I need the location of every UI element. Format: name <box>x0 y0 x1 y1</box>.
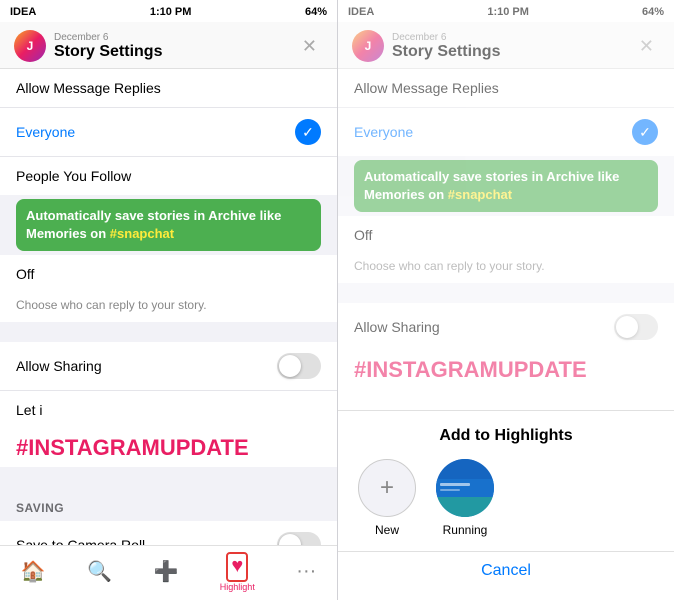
left-battery: 64% <box>305 6 327 18</box>
right-date: December 6 <box>392 32 633 43</box>
right-panel: IDEA 1:10 PM 64% J December 6 Story Sett… <box>337 0 674 600</box>
left-modal-title: Story Settings <box>54 43 296 61</box>
tab-more[interactable]: ··· <box>296 560 316 584</box>
right-allow-sharing-label: Allow Sharing <box>354 319 440 335</box>
everyone-check: ✓ <box>295 119 321 145</box>
allow-sharing-row[interactable]: Allow Sharing <box>0 342 337 391</box>
right-title-area: December 6 Story Settings <box>392 32 633 61</box>
sharing-section: Allow Sharing Let i <box>0 342 337 429</box>
right-off-section: Off <box>338 216 674 254</box>
people-you-follow-row[interactable]: People You Follow <box>0 157 337 195</box>
running-thumbnail <box>436 459 494 517</box>
saving-section: Save to Camera Roll Save to Archive Auto… <box>0 521 337 545</box>
tab-add[interactable]: ➕ <box>153 559 178 585</box>
camera-roll-row[interactable]: Save to Camera Roll <box>0 521 337 545</box>
right-reply-subtext: Choose who can reply to your story. <box>338 254 674 283</box>
running-highlight-label: Running <box>443 523 488 537</box>
off-label: Off <box>16 266 34 282</box>
right-sharing-section: Allow Sharing <box>338 303 674 351</box>
left-date: December 6 <box>54 32 296 43</box>
right-avatar: J <box>352 30 384 62</box>
right-message-replies-section: Allow Message Replies Everyone ✓ <box>338 69 674 156</box>
right-off-label: Off <box>354 227 372 243</box>
right-modal-header: J December 6 Story Settings ✕ <box>338 22 674 69</box>
everyone-row[interactable]: Everyone ✓ <box>0 108 337 157</box>
let-label-row: Let i <box>0 391 337 429</box>
right-time: 1:10 PM <box>487 6 529 18</box>
right-allow-sharing-toggle <box>614 314 658 340</box>
right-allow-message-replies-label: Allow Message Replies <box>354 80 499 96</box>
allow-message-replies-row: Allow Message Replies <box>0 69 337 108</box>
right-modal-title: Story Settings <box>392 43 633 61</box>
right-snapchat-tag: #snapchat <box>448 187 512 202</box>
right-off-row: Off <box>338 216 674 254</box>
add-to-highlights-sheet: Add to Highlights + New Runni <box>338 410 674 600</box>
allow-message-replies-label: Allow Message Replies <box>16 80 161 96</box>
tab-highlight[interactable]: ♥ Highlight <box>220 552 255 592</box>
right-close-button[interactable]: ✕ <box>633 34 660 59</box>
gap1 <box>0 322 337 342</box>
tab-search[interactable]: 🔍 <box>87 559 112 585</box>
let-label: Let i <box>16 402 42 418</box>
tab-highlight-label: Highlight <box>220 582 255 592</box>
right-allow-message-replies-row: Allow Message Replies <box>338 69 674 108</box>
everyone-label: Everyone <box>16 124 75 140</box>
saving-header: Saving <box>0 487 337 521</box>
right-battery: 64% <box>642 6 664 18</box>
snapchat-tag: #snapchat <box>110 226 174 241</box>
right-gap1 <box>338 283 674 303</box>
allow-sharing-label: Allow Sharing <box>16 358 102 374</box>
left-modal-header: J December 6 Story Settings ✕ <box>0 22 337 69</box>
gap2 <box>0 467 337 487</box>
reply-subtext: Choose who can reply to your story. <box>0 293 337 322</box>
right-allow-sharing-row: Allow Sharing <box>338 303 674 351</box>
instagram-update-label: #INSTAGRAMUPDATE <box>0 429 337 467</box>
camera-roll-toggle[interactable] <box>277 532 321 545</box>
new-highlight-circle: + <box>358 459 416 517</box>
people-you-follow-label: People You Follow <box>16 168 131 184</box>
add-icon: ➕ <box>153 559 178 584</box>
tab-home[interactable]: 🏠 <box>21 559 46 585</box>
cancel-button[interactable]: Cancel <box>338 551 674 590</box>
right-settings-content: Allow Message Replies Everyone ✓ Automat… <box>338 69 674 389</box>
left-tab-bar: 🏠 🔍 ➕ ♥ Highlight ··· <box>0 545 337 600</box>
right-carrier: IDEA <box>348 6 374 18</box>
right-everyone-check: ✓ <box>632 119 658 145</box>
right-annotation-bubble: Automatically save stories in Archive li… <box>354 160 658 212</box>
left-avatar: J <box>14 30 46 62</box>
sheet-title: Add to Highlights <box>338 427 674 445</box>
allow-sharing-toggle[interactable] <box>277 353 321 379</box>
right-everyone-label: Everyone <box>354 124 413 140</box>
highlight-item-running[interactable]: Running <box>436 459 494 537</box>
highlights-row: + New Running <box>338 459 674 537</box>
left-close-button[interactable]: ✕ <box>296 34 323 59</box>
more-icon: ··· <box>296 560 316 583</box>
new-highlight-label: New <box>375 523 399 537</box>
left-panel: IDEA 1:10 PM 64% J December 6 Story Sett… <box>0 0 337 600</box>
camera-roll-label: Save to Camera Roll <box>16 537 145 545</box>
right-everyone-row: Everyone ✓ <box>338 108 674 156</box>
home-icon: 🏠 <box>21 559 46 584</box>
left-carrier: IDEA <box>10 6 36 18</box>
message-replies-section: Allow Message Replies Everyone ✓ People … <box>0 69 337 195</box>
right-instagram-update-label: #INSTAGRAMUPDATE <box>338 351 674 389</box>
off-section: Off <box>0 255 337 293</box>
running-highlight-circle <box>436 459 494 517</box>
highlight-outline: ♥ <box>226 552 248 582</box>
highlight-item-new[interactable]: + New <box>358 459 416 537</box>
right-status-bar: IDEA 1:10 PM 64% <box>338 0 674 22</box>
left-settings-content: Allow Message Replies Everyone ✓ People … <box>0 69 337 545</box>
highlight-icon: ♥ <box>228 554 246 579</box>
left-time: 1:10 PM <box>150 6 192 18</box>
left-status-bar: IDEA 1:10 PM 64% <box>0 0 337 22</box>
off-row: Off <box>0 255 337 293</box>
search-icon: 🔍 <box>87 559 112 584</box>
left-title-area: December 6 Story Settings <box>54 32 296 61</box>
annotation-bubble: Automatically save stories in Archive li… <box>16 199 321 251</box>
